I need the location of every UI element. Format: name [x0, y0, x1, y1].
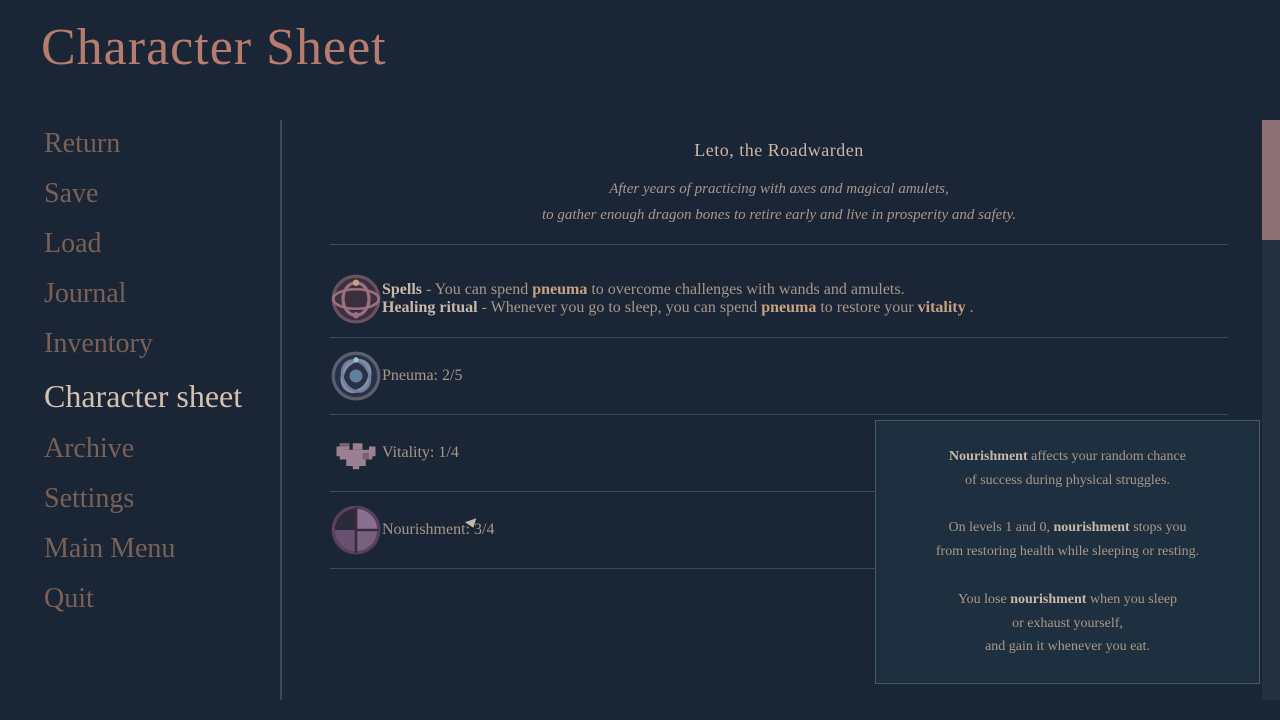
sidebar-item-load[interactable]: Load [44, 220, 280, 268]
pneuma-icon [330, 350, 382, 402]
spells-row: Spells - You can spend pneuma to overcom… [330, 261, 1228, 338]
sidebar-item-settings[interactable]: Settings [44, 475, 280, 523]
character-description: After years of practicing with axes and … [330, 177, 1228, 228]
vitality-icon [330, 427, 382, 479]
pneuma-value: Pneuma: 2/5 [382, 367, 462, 385]
sidebar-divider [280, 120, 282, 700]
scrollbar-thumb[interactable] [1262, 120, 1280, 240]
sidebar-item-archive[interactable]: Archive [44, 425, 280, 473]
sidebar-item-save[interactable]: Save [44, 170, 280, 218]
sidebar-item-main-menu[interactable]: Main Menu [44, 525, 280, 573]
sidebar-item-journal[interactable]: Journal [44, 270, 280, 318]
sidebar-item-character-sheet[interactable]: Character sheet [44, 370, 280, 423]
spells-icon [330, 273, 382, 325]
nourishment-tooltip: Nourishment affects your random chance o… [875, 420, 1260, 684]
divider-top [330, 244, 1228, 245]
sidebar-item-inventory[interactable]: Inventory [44, 320, 280, 368]
nourishment-icon [330, 504, 382, 556]
page-title: Character Sheet [41, 18, 387, 77]
sidebar: Return Save Load Journal Inventory Chara… [0, 120, 280, 623]
sidebar-item-quit[interactable]: Quit [44, 575, 280, 623]
character-name: Leto, the Roadwarden [330, 140, 1228, 161]
sidebar-item-return[interactable]: Return [44, 120, 280, 168]
pneuma-row: Pneuma: 2/5 [330, 338, 1228, 415]
spells-description: Spells - You can spend pneuma to overcom… [382, 281, 974, 317]
vitality-value: Vitality: 1/4 [382, 444, 459, 462]
